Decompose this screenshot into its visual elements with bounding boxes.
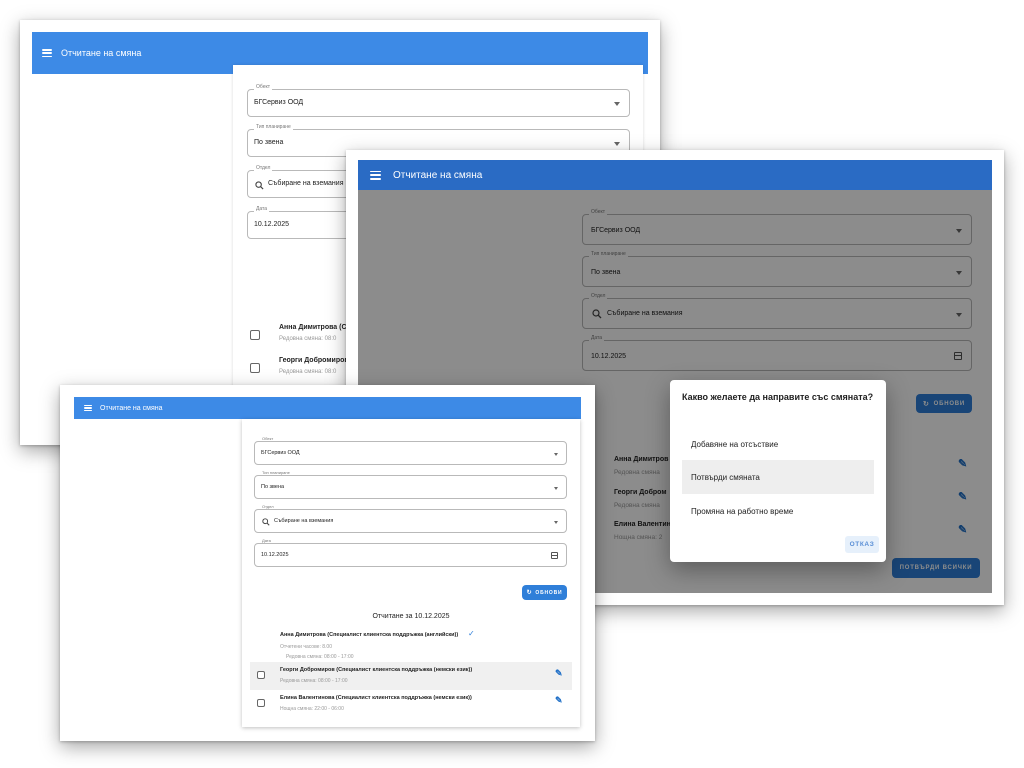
search-icon: [255, 181, 264, 190]
search-icon: [262, 518, 270, 526]
chevron-down-icon: [554, 487, 558, 490]
chevron-down-icon: [614, 102, 620, 106]
planning-type-value: По звена: [254, 139, 284, 146]
app-bar: Отчитане на смяна: [74, 397, 581, 419]
shift-action-dialog: Какво желаете да направите със смяната? …: [670, 380, 886, 562]
app-bar: Отчитане на смяна: [358, 160, 992, 190]
refresh-label: ОБНОВИ: [535, 589, 563, 596]
screenshot-report-view: Отчитане на смяна Обект БГСервиз ООД Тип…: [60, 385, 595, 741]
site-label: Обект: [254, 84, 273, 90]
department-value: Събиране на вземания: [274, 518, 334, 524]
form-panel: Обект БГСервиз ООД Тип планиране По звен…: [242, 419, 580, 727]
employee-shift: Редовна смяна: 08:0: [279, 336, 337, 342]
employee-name: Анна Димитрова (Специалист клиентска под…: [280, 632, 459, 638]
date-value: 10.12.2025: [254, 221, 290, 228]
chevron-down-icon: [554, 453, 558, 456]
employee-checkbox[interactable]: [250, 330, 260, 340]
pencil-icon[interactable]: ✎: [555, 669, 563, 678]
refresh-icon: ↻: [526, 590, 533, 596]
employee-shift: Редовна смяна: 08:00 - 17:00: [280, 678, 348, 684]
planning-type-label: Тип планиране: [260, 470, 292, 475]
department-label: Отдел: [260, 504, 276, 509]
app-title: Отчитане на смяна: [100, 404, 163, 412]
dialog-option-add-absence[interactable]: Добавяне на отсъствие: [682, 427, 874, 461]
employee-name: Елина Валентинова (Специалист клиентска …: [280, 695, 472, 701]
dialog-option-confirm-shift[interactable]: Потвърди смяната: [682, 460, 874, 494]
date-value: 10.12.2025: [261, 552, 289, 558]
menu-icon[interactable]: [84, 405, 92, 411]
chevron-down-icon: [614, 142, 620, 146]
menu-icon[interactable]: [370, 170, 381, 180]
pencil-icon[interactable]: ✎: [555, 696, 563, 705]
employee-shift: Редовна смяна: 08:00 - 17:00: [286, 654, 354, 660]
employee-shift: Нощна смяна: 22:00 - 06:00: [280, 706, 344, 712]
date-label: Дата: [254, 206, 270, 212]
app-title: Отчитане на смяна: [393, 169, 483, 181]
employee-name: Георги Добромиров (Специалист клиентска …: [280, 667, 473, 673]
department-value: Събиране на вземания: [268, 180, 344, 187]
report-heading: Отчитане за 10.12.2025: [372, 613, 450, 620]
app-title: Отчитане на смяна: [61, 48, 142, 58]
employee-name: Анна Димитрова (Сп: [279, 324, 351, 331]
cancel-button[interactable]: ОТКАЗ: [845, 536, 879, 553]
employee-checkbox[interactable]: [257, 671, 265, 679]
site-value: БГСервиз ООД: [261, 450, 300, 456]
planning-type-select[interactable]: Тип планиране По звена: [254, 471, 567, 499]
site-label: Обект: [260, 436, 276, 441]
menu-icon[interactable]: [42, 49, 52, 57]
chevron-down-icon: [554, 521, 558, 524]
calendar-icon[interactable]: [551, 552, 558, 559]
date-label: Дата: [260, 538, 273, 543]
planning-type-value: По звена: [261, 484, 285, 490]
planning-type-label: Тип планиране: [254, 124, 293, 130]
employee-name: Георги Добромиров: [279, 357, 349, 364]
department-select[interactable]: Отдел Събиране на вземания: [254, 505, 567, 533]
check-icon: ✓: [468, 629, 475, 638]
dialog-title: Какво желаете да направите със смяната?: [682, 392, 874, 402]
dialog-option-change-hours[interactable]: Промяна на работно време: [682, 494, 874, 528]
employee-checkbox[interactable]: [257, 699, 265, 707]
department-label: Отдел: [254, 165, 273, 171]
site-select[interactable]: Обект БГСервиз ООД: [254, 437, 567, 465]
site-select[interactable]: Обект БГСервиз ООД: [247, 85, 630, 117]
employee-checkbox[interactable]: [250, 363, 260, 373]
refresh-button[interactable]: ↻ ОБНОВИ: [522, 585, 567, 600]
date-field[interactable]: Дата 10.12.2025: [254, 539, 567, 567]
site-value: БГСервиз ООД: [254, 99, 304, 106]
employee-reported-hours: Отчетени часове: 8.00: [280, 644, 332, 650]
employee-shift: Редовна смяна: 08:0: [279, 369, 337, 375]
